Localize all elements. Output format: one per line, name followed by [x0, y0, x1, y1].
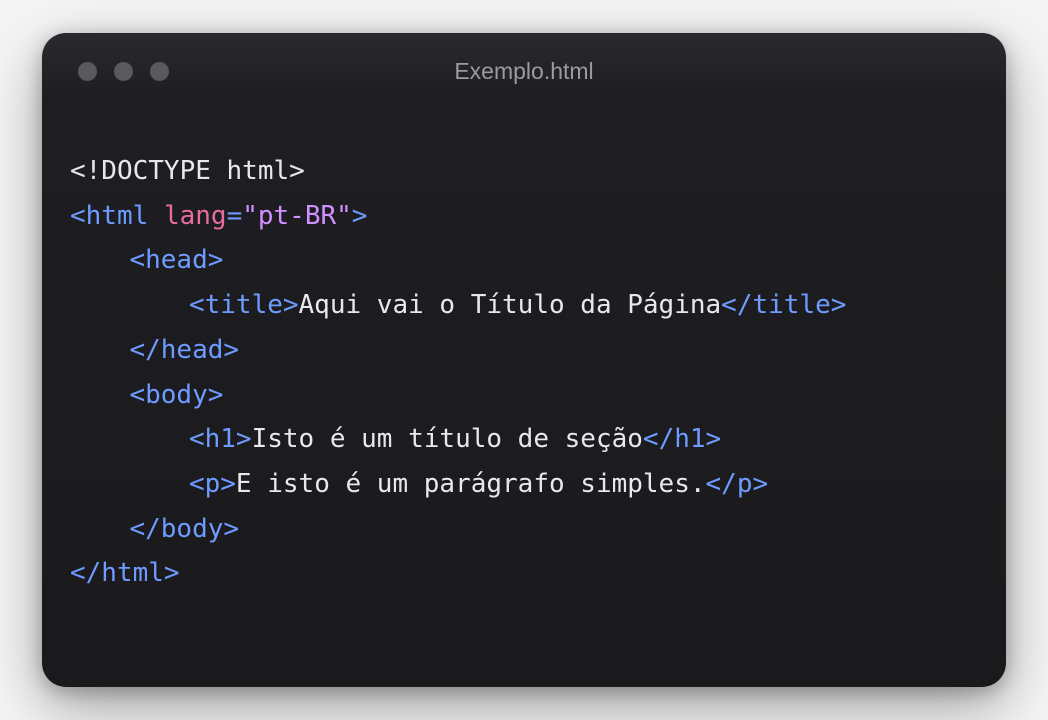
code-html-close: </html> — [70, 558, 180, 588]
window-title: Exemplo.html — [454, 58, 593, 85]
code-space — [148, 201, 164, 231]
code-body-open: <body> — [129, 380, 223, 410]
code-area[interactable]: <!DOCTYPE html> <html lang="pt-BR"> <head>… — [42, 109, 1006, 687]
code-eq: = — [227, 201, 243, 231]
code-h1-open: <h1> — [189, 424, 252, 454]
code-html-tag: html — [86, 201, 149, 231]
code-head-close: </head> — [129, 335, 239, 365]
minimize-icon[interactable] — [114, 62, 133, 81]
code-html-close-bracket: > — [352, 201, 368, 231]
maximize-icon[interactable] — [150, 62, 169, 81]
code-h1-text: Isto é um título de seção — [252, 424, 643, 454]
traffic-lights — [78, 62, 169, 81]
code-p-text: E isto é um parágrafo simples. — [236, 469, 706, 499]
titlebar: Exemplo.html — [42, 33, 1006, 109]
code-p-close: </p> — [706, 469, 769, 499]
code-head-open: <head> — [129, 245, 223, 275]
code-p-open: <p> — [189, 469, 236, 499]
code-doctype: <!DOCTYPE html> — [70, 156, 305, 186]
editor-window: Exemplo.html <!DOCTYPE html> <html lang="… — [42, 33, 1006, 687]
code-lang-val: "pt-BR" — [242, 201, 352, 231]
code-h1-close: </h1> — [643, 424, 721, 454]
code-body-close: </body> — [129, 514, 239, 544]
code-html-open-bracket: < — [70, 201, 86, 231]
code-title-text: Aqui vai o Título da Página — [299, 290, 722, 320]
code-lang-attr: lang — [164, 201, 227, 231]
close-icon[interactable] — [78, 62, 97, 81]
code-title-close: </title> — [721, 290, 846, 320]
code-title-open: <title> — [189, 290, 299, 320]
